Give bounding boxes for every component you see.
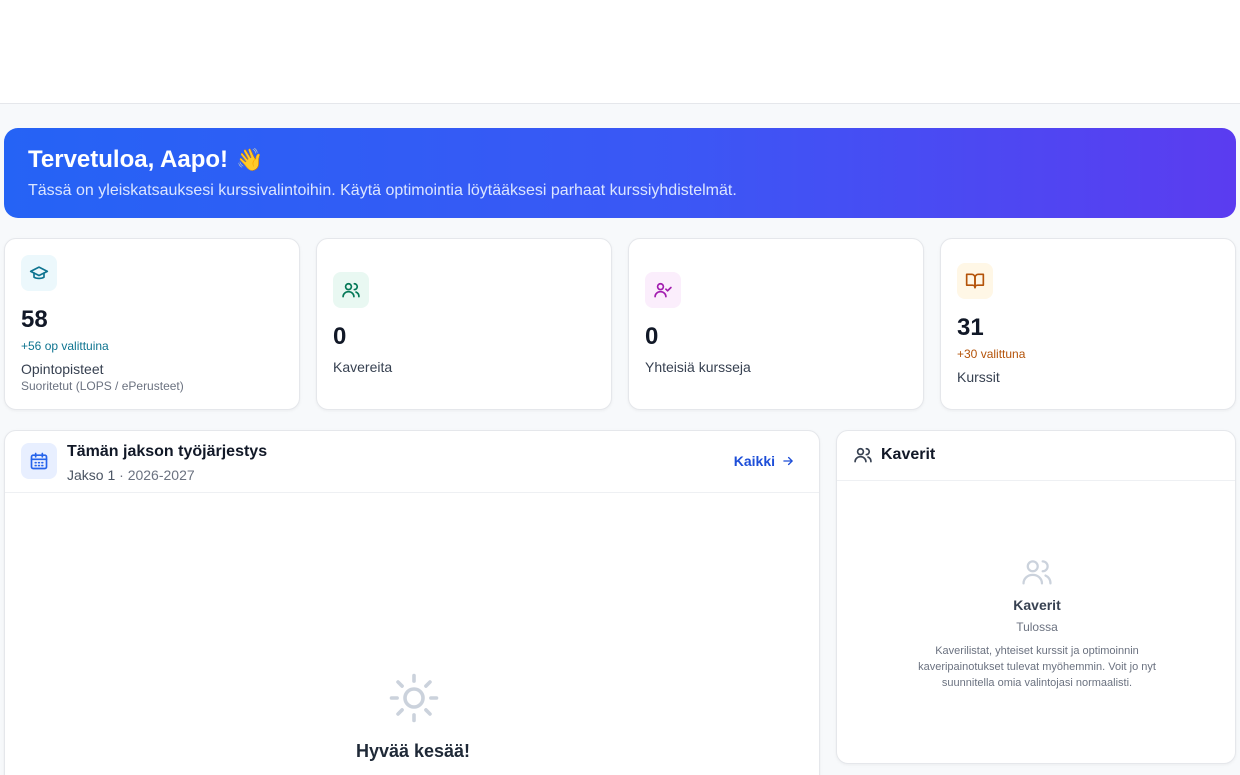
welcome-banner: Tervetuloa, Aapo! 👋 Tässä on yleiskatsau… xyxy=(4,128,1236,218)
calendar-icon xyxy=(21,443,57,479)
schedule-period: Jakso 1 · 2026-2027 xyxy=(67,467,195,483)
stat-label: Yhteisiä kursseja xyxy=(645,359,751,375)
friends-card: Kaverit Kaverit Tulossa Kaverilistat, yh… xyxy=(836,430,1236,764)
stat-label: Opintopisteet xyxy=(21,361,104,377)
graduation-cap-icon xyxy=(21,255,57,291)
stat-value: 0 xyxy=(645,323,659,350)
stat-card-friends: 0 Kavereita xyxy=(316,238,612,410)
empty-schedule-title: Hyvää kesää! xyxy=(355,741,471,761)
view-all-link[interactable]: Kaikki xyxy=(734,453,795,469)
stat-label: Kurssit xyxy=(957,369,1000,385)
waving-hand-icon: 👋 xyxy=(236,147,264,172)
stat-card-shared-courses: 0 Yhteisiä kursseja xyxy=(628,238,924,410)
stat-value: 58 xyxy=(21,306,48,333)
stat-note: +30 valittuna xyxy=(957,347,1026,361)
period-separator: · xyxy=(115,467,128,483)
users-icon xyxy=(1022,560,1052,585)
friends-empty-title: Kaverit xyxy=(1013,597,1061,613)
arrow-right-icon xyxy=(783,456,793,466)
top-bar xyxy=(0,0,1240,104)
friends-status: Tulossa xyxy=(1016,620,1058,634)
stat-value: 0 xyxy=(333,323,347,350)
welcome-subtitle: Tässä on yleiskatsauksesi kurssivalintoi… xyxy=(28,182,737,199)
stat-sublabel: Suoritetut (LOPS / ePerusteet) xyxy=(21,379,184,393)
stat-card-courses: 31 +30 valittuna Kurssit xyxy=(940,238,1236,410)
user-check-icon xyxy=(645,272,681,308)
schedule-header: Tämän jakson työjärjestys Jakso 1 · 2026… xyxy=(5,431,819,493)
stat-card-credits: 58 +56 op valittuina Opintopisteet Suori… xyxy=(4,238,300,410)
sun-icon xyxy=(389,673,439,723)
stat-note: +56 op valittuina xyxy=(21,339,109,353)
friends-description: Kaverilistat, yhteiset kurssit ja optimo… xyxy=(918,645,1156,689)
schedule-title: Tämän jakson työjärjestys xyxy=(67,443,268,460)
period-label: Jakso 1 xyxy=(67,467,116,483)
book-open-icon xyxy=(957,263,993,299)
stat-label: Kavereita xyxy=(333,359,393,375)
friends-title: Kaverit xyxy=(881,446,936,463)
view-all-label: Kaikki xyxy=(733,453,775,469)
stat-value: 31 xyxy=(957,314,984,341)
users-icon xyxy=(854,447,872,463)
schedule-card: Tämän jakson työjärjestys Jakso 1 · 2026… xyxy=(4,430,820,775)
friends-header: Kaverit xyxy=(837,431,1235,481)
welcome-title-text: Tervetuloa, Aapo! xyxy=(28,146,229,173)
users-icon xyxy=(333,272,369,308)
welcome-title: Tervetuloa, Aapo! 👋 xyxy=(28,146,1212,174)
school-year: 2026-2027 xyxy=(127,467,195,483)
